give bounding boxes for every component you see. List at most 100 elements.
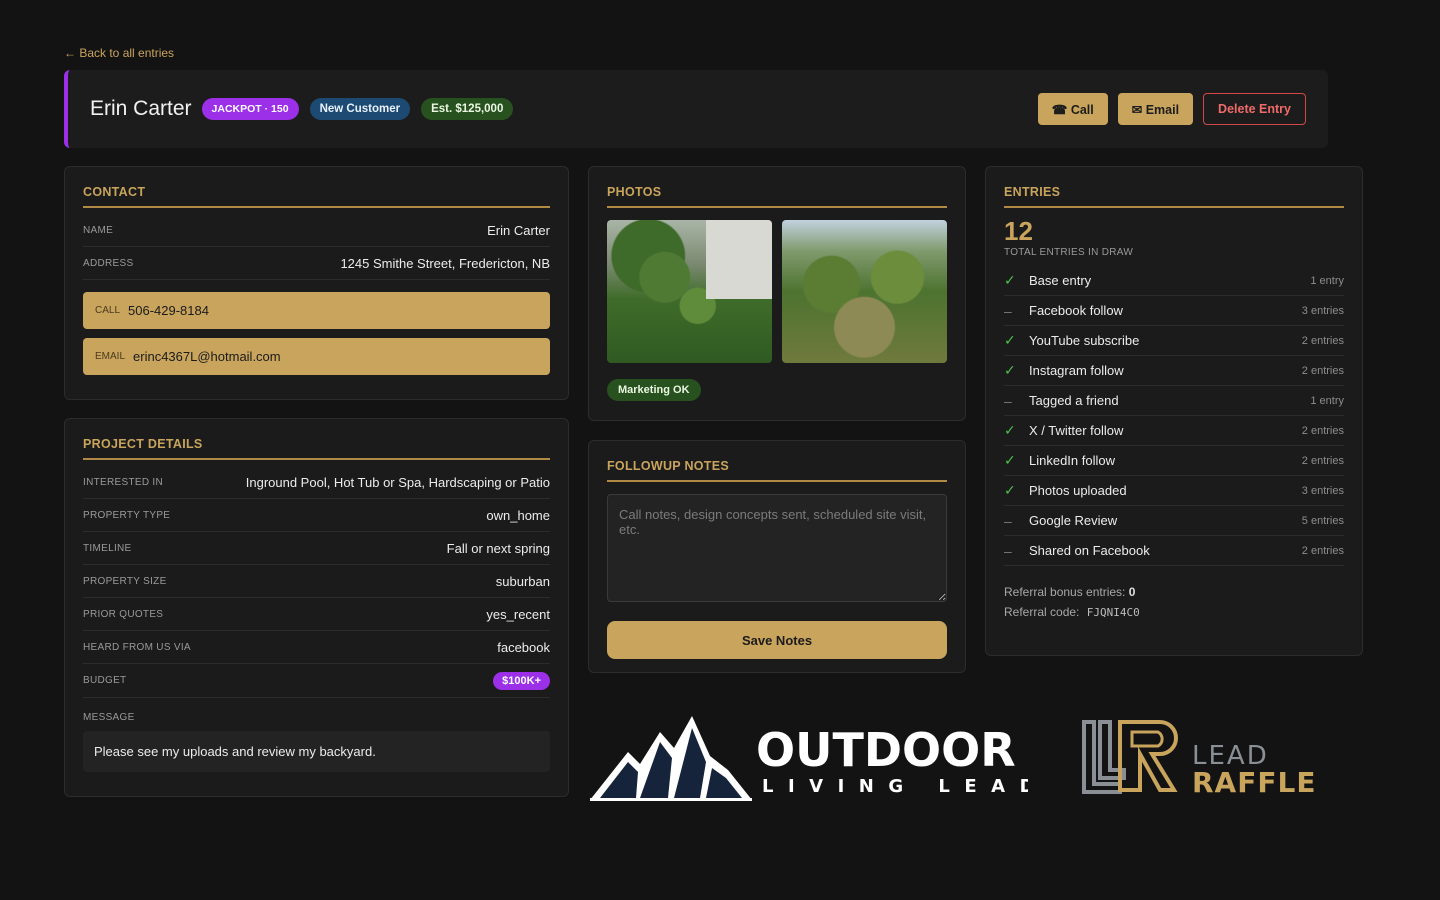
email-label: EMAIL <box>95 351 126 362</box>
outdoor-living-leads-logo: OUTDOOR LIVING LEADS <box>590 716 1028 801</box>
dash-icon: – <box>1004 302 1012 319</box>
project-details-card: PROJECT DETAILS INTERESTED IN Inground Po… <box>64 418 569 797</box>
entry-label: Google Review <box>1029 513 1118 528</box>
contact-name-row: NAME Erin Carter <box>83 214 550 247</box>
followup-notes-card: FOLLOWUP NOTES Save Notes <box>588 440 966 673</box>
field-value: suburban <box>495 573 550 589</box>
photos-card: PHOTOS Marketing OK <box>588 166 966 421</box>
field-label: PRIOR QUOTES <box>83 608 164 620</box>
check-icon: ✓ <box>1004 452 1016 468</box>
entry-label: Instagram follow <box>1029 363 1124 378</box>
logo-text-bottom: LIVING LEADS <box>762 776 1028 797</box>
project-details-list: INTERESTED IN Inground Pool, Hot Tub or S… <box>83 466 550 664</box>
budget-row: BUDGET $100K+ <box>83 664 550 698</box>
check-icon: ✓ <box>1004 362 1016 378</box>
header-actions: ☎ Call ✉ Email Delete Entry <box>1037 93 1306 125</box>
project-detail-row: TIMELINE Fall or next spring <box>83 532 550 565</box>
project-detail-row: HEARD FROM US VIA facebook <box>83 631 550 664</box>
field-label: TIMELINE <box>83 542 132 554</box>
contact-title: CONTACT <box>83 185 550 208</box>
field-value: Erin Carter <box>487 222 550 238</box>
check-icon: ✓ <box>1004 272 1016 288</box>
followup-notes-title: FOLLOWUP NOTES <box>607 459 947 482</box>
entry-label: Shared on Facebook <box>1029 543 1150 558</box>
message-label: MESSAGE <box>83 712 135 723</box>
entry-row: – Google Review 5 entries <box>1004 506 1344 536</box>
entry-count: 2 entries <box>1301 454 1344 467</box>
send-email-button[interactable]: EMAIL erinc4367L@hotmail.com <box>83 338 550 375</box>
entry-row: ✓ LinkedIn follow 2 entries <box>1004 446 1344 476</box>
field-value: Inground Pool, Hot Tub or Spa, Hardscapi… <box>245 474 550 490</box>
project-detail-row: PROPERTY SIZE suburban <box>83 565 550 598</box>
field-label: PROPERTY SIZE <box>83 575 167 587</box>
entry-row: ✓ X / Twitter follow 2 entries <box>1004 416 1344 446</box>
field-value: 1245 Smithe Street, Fredericton, NB <box>340 255 550 271</box>
field-label: BUDGET <box>83 675 127 686</box>
estimate-badge: Est. $125,000 <box>421 98 514 120</box>
referral-bonus-label: Referral bonus entries: <box>1004 585 1126 599</box>
entry-label: X / Twitter follow <box>1029 423 1124 438</box>
back-to-entries-link[interactable]: ← Back to all entries <box>64 46 174 60</box>
field-value: Fall or next spring <box>446 540 550 556</box>
project-detail-row: INTERESTED IN Inground Pool, Hot Tub or S… <box>83 466 550 499</box>
total-entries-count: 12 <box>1004 216 1033 246</box>
entry-row: – Shared on Facebook 2 entries <box>1004 536 1344 566</box>
referral-bonus: Referral bonus entries: 0 <box>1004 582 1344 602</box>
entries-title: ENTRIES <box>1004 185 1344 208</box>
referral-code-label: Referral code: <box>1004 605 1080 619</box>
check-icon: ✓ <box>1004 482 1016 498</box>
photo-thumbnail[interactable] <box>782 220 947 363</box>
referral-bonus-value: 0 <box>1128 585 1136 599</box>
entry-row: ✓ YouTube subscribe 2 entries <box>1004 326 1344 356</box>
entry-header: Erin Carter JACKPOT · 150 New Customer E… <box>64 70 1328 148</box>
entrant-name: Erin Carter <box>90 97 192 120</box>
field-label: PROPERTY TYPE <box>83 509 171 521</box>
delete-entry-button[interactable]: Delete Entry <box>1203 93 1306 125</box>
save-notes-button[interactable]: Save Notes <box>607 621 947 659</box>
notes-textarea[interactable] <box>607 494 947 602</box>
call-label: CALL <box>95 305 121 316</box>
budget-badge: $100K+ <box>493 671 550 690</box>
call-phone-button[interactable]: CALL 506-429-8184 <box>83 292 550 329</box>
entry-count: 3 entries <box>1301 304 1344 317</box>
customer-status-badge: New Customer <box>309 98 411 120</box>
contact-address-row: ADDRESS 1245 Smithe Street, Fredericton,… <box>83 247 550 280</box>
entry-count: 2 entries <box>1301 334 1344 347</box>
email-button[interactable]: ✉ Email <box>1117 93 1194 125</box>
dash-icon: – <box>1004 542 1012 559</box>
email-address: erinc4367L@hotmail.com <box>133 349 281 364</box>
marketing-consent-badge: Marketing OK <box>607 379 701 401</box>
message-text: Please see my uploads and review my back… <box>83 731 550 772</box>
project-detail-row: PRIOR QUOTES yes_recent <box>83 598 550 631</box>
referral-code: FJQNI4C0 <box>1086 606 1140 619</box>
entry-count: 3 entries <box>1301 484 1344 497</box>
referral-code-row: Referral code: FJQNI4C0 <box>1004 602 1344 623</box>
logo-text-top: OUTDOOR <box>756 723 1016 777</box>
entry-row: ✓ Base entry 1 entry <box>1004 266 1344 296</box>
check-icon: ✓ <box>1004 422 1016 438</box>
field-label: ADDRESS <box>83 257 134 269</box>
photo-gallery <box>607 220 947 363</box>
lead-raffle-logo: LEAD RAFFLE <box>1082 720 1315 798</box>
entry-count: 2 entries <box>1301 544 1344 557</box>
entry-count: 5 entries <box>1301 514 1344 527</box>
field-label: INTERESTED IN <box>83 476 164 488</box>
photo-thumbnail[interactable] <box>607 220 772 363</box>
entry-row: – Facebook follow 3 entries <box>1004 296 1344 326</box>
field-value: own_home <box>486 507 550 523</box>
field-value: facebook <box>497 639 550 655</box>
project-detail-row: PROPERTY TYPE own_home <box>83 499 550 532</box>
entry-label: YouTube subscribe <box>1029 333 1140 348</box>
entry-count: 1 entry <box>1310 394 1344 407</box>
photos-title: PHOTOS <box>607 185 947 208</box>
project-details-title: PROJECT DETAILS <box>83 437 550 460</box>
call-button[interactable]: ☎ Call <box>1037 93 1108 125</box>
field-value: yes_recent <box>486 606 550 622</box>
phone-number: 506-429-8184 <box>128 303 209 318</box>
field-label: HEARD FROM US VIA <box>83 641 191 653</box>
entry-row: ✓ Photos uploaded 3 entries <box>1004 476 1344 506</box>
entry-label: LinkedIn follow <box>1029 453 1115 468</box>
entry-label: Base entry <box>1029 273 1092 288</box>
entry-row: – Tagged a friend 1 entry <box>1004 386 1344 416</box>
check-icon: ✓ <box>1004 332 1016 348</box>
